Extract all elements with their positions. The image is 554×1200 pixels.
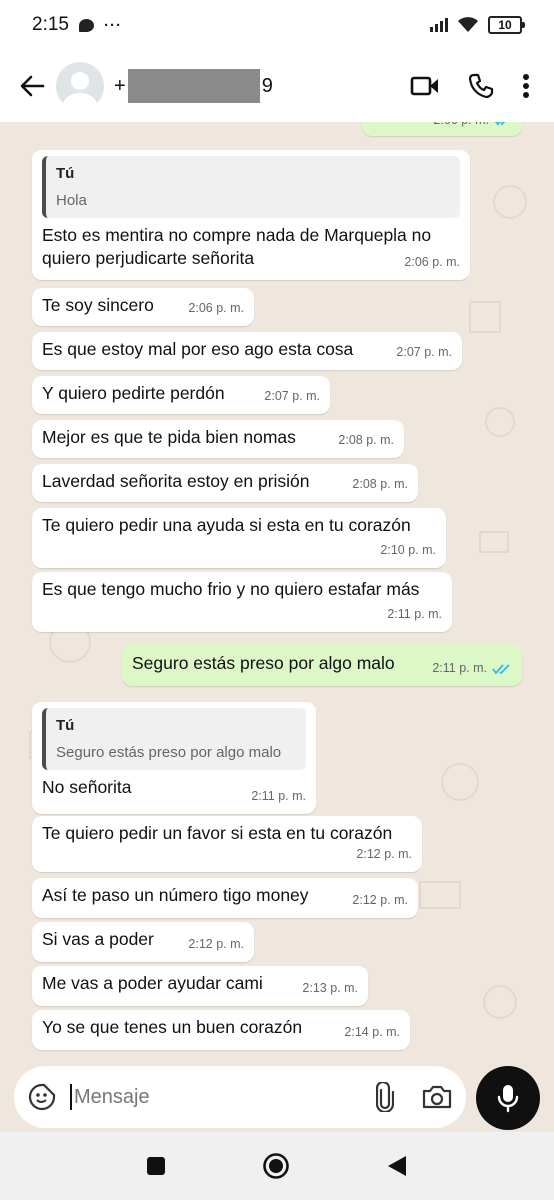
message-bubble[interactable]: Tú Seguro estás preso por algo malo No s… bbox=[32, 702, 316, 814]
partial-outgoing-bubble[interactable]: 2:06 p. m. bbox=[362, 122, 522, 136]
quote-author: Tú bbox=[56, 717, 75, 734]
redacted-block bbox=[127, 69, 260, 103]
message-text: Te quiero pedir un favor si esta en tu c… bbox=[42, 823, 393, 843]
message-time: 2:07 p. m. bbox=[396, 345, 452, 359]
contact-suffix: 9 bbox=[261, 74, 273, 97]
message-time: 2:12 p. m. bbox=[188, 937, 244, 951]
message-bubble[interactable]: Te quiero pedir una ayuda si esta en tu … bbox=[32, 508, 446, 568]
message-time: 2:13 p. m. bbox=[302, 981, 358, 995]
message-time: 2:14 p. m. bbox=[344, 1025, 400, 1039]
chat-header: + 9 bbox=[0, 50, 554, 122]
message-bubble[interactable]: Así te paso un número tigo money 2:12 p.… bbox=[32, 878, 418, 918]
contact-name[interactable]: + 9 bbox=[114, 69, 273, 103]
more-options-icon[interactable] bbox=[522, 73, 530, 99]
quoted-reply[interactable]: Tú Hola bbox=[42, 156, 460, 218]
read-check-icon bbox=[494, 122, 506, 126]
read-check-icon bbox=[492, 663, 510, 674]
message-bubble[interactable]: Es que tengo mucho frio y no quiero esta… bbox=[32, 572, 452, 632]
contact-prefix: + bbox=[114, 74, 126, 97]
cell-signal-icon bbox=[430, 18, 448, 32]
message-text: Esto es mentira no compre nada de Marque… bbox=[42, 225, 432, 268]
message-bubble[interactable]: Te soy sincero 2:06 p. m. bbox=[32, 288, 254, 326]
message-bubble[interactable]: Yo se que tenes un buen corazón 2:14 p. … bbox=[32, 1010, 410, 1050]
voice-call-icon[interactable] bbox=[468, 73, 494, 99]
message-bubble[interactable]: Me vas a poder ayudar cami 2:13 p. m. bbox=[32, 966, 368, 1006]
attach-icon[interactable] bbox=[376, 1082, 394, 1112]
quote-text: Hola bbox=[56, 192, 87, 209]
message-time: 2:06 p. m. bbox=[404, 255, 460, 269]
message-input-container[interactable]: Mensaje bbox=[14, 1066, 466, 1128]
sticker-icon[interactable] bbox=[28, 1083, 56, 1111]
message-time: 2:11 p. m. bbox=[387, 607, 442, 621]
status-overflow: ··· bbox=[103, 16, 122, 34]
quoted-reply[interactable]: Tú Seguro estás preso por algo malo bbox=[42, 708, 306, 770]
message-time: 2:06 p. m. bbox=[433, 122, 489, 132]
back-nav-icon[interactable] bbox=[386, 1154, 408, 1178]
message-text: Es que tengo mucho frio y no quiero esta… bbox=[42, 579, 420, 599]
message-time: 2:12 p. m. bbox=[352, 893, 408, 907]
quote-text: Seguro estás preso por algo malo bbox=[56, 744, 282, 761]
message-time: 2:12 p. m. bbox=[356, 847, 412, 861]
recents-icon[interactable] bbox=[146, 1156, 166, 1176]
voice-message-button[interactable] bbox=[476, 1066, 540, 1130]
battery-icon: 10 bbox=[488, 16, 525, 34]
message-bubble[interactable]: Tú Hola Esto es mentira no compre nada d… bbox=[32, 150, 470, 280]
chat-notification-icon bbox=[78, 18, 94, 32]
message-input[interactable]: Mensaje bbox=[70, 1084, 150, 1110]
message-time: 2:06 p. m. bbox=[188, 301, 244, 315]
wifi-icon bbox=[458, 17, 478, 32]
contact-avatar[interactable] bbox=[56, 62, 104, 110]
home-icon[interactable] bbox=[262, 1152, 290, 1180]
microphone-icon bbox=[497, 1085, 519, 1113]
status-time: 2:15 bbox=[32, 14, 69, 35]
quote-author: Tú bbox=[56, 165, 75, 182]
message-time: 2:10 p. m. bbox=[380, 543, 436, 557]
composer-bar: Mensaje bbox=[0, 1066, 554, 1130]
message-bubble[interactable]: Si vas a poder 2:12 p. m. bbox=[32, 922, 254, 962]
message-bubble[interactable]: Laverdad señorita estoy en prisión 2:08 … bbox=[32, 464, 418, 502]
message-time: 2:08 p. m. bbox=[338, 433, 394, 447]
arrow-back-icon bbox=[20, 75, 45, 97]
status-bar: 2:15 ··· 10 bbox=[0, 0, 554, 50]
message-bubble[interactable]: Te quiero pedir un favor si esta en tu c… bbox=[32, 816, 422, 872]
message-bubble[interactable]: Mejor es que te pida bien nomas 2:08 p. … bbox=[32, 420, 404, 458]
battery-level: 10 bbox=[498, 18, 512, 32]
system-nav-bar bbox=[0, 1132, 554, 1200]
message-text: Es que estoy mal por eso ago esta cosa bbox=[42, 339, 354, 359]
chat-area[interactable]: 2:06 p. m. Tú Hola Esto es mentira no co… bbox=[0, 122, 554, 1066]
message-time: 2:11 p. m. bbox=[251, 789, 306, 803]
message-time: 2:07 p. m. bbox=[264, 389, 320, 403]
message-time: 2:08 p. m. bbox=[352, 477, 408, 491]
message-text: Te quiero pedir una ayuda si esta en tu … bbox=[42, 515, 411, 535]
message-bubble-outgoing[interactable]: Seguro estás preso por algo malo 2:11 p.… bbox=[122, 644, 522, 686]
camera-icon[interactable] bbox=[422, 1084, 452, 1110]
message-bubble[interactable]: Y quiero pedirte perdón 2:07 p. m. bbox=[32, 376, 330, 414]
message-time: 2:11 p. m. bbox=[432, 661, 487, 675]
video-call-icon[interactable] bbox=[410, 75, 440, 97]
back-button[interactable] bbox=[14, 68, 50, 104]
message-bubble[interactable]: Es que estoy mal por eso ago esta cosa 2… bbox=[32, 332, 462, 370]
